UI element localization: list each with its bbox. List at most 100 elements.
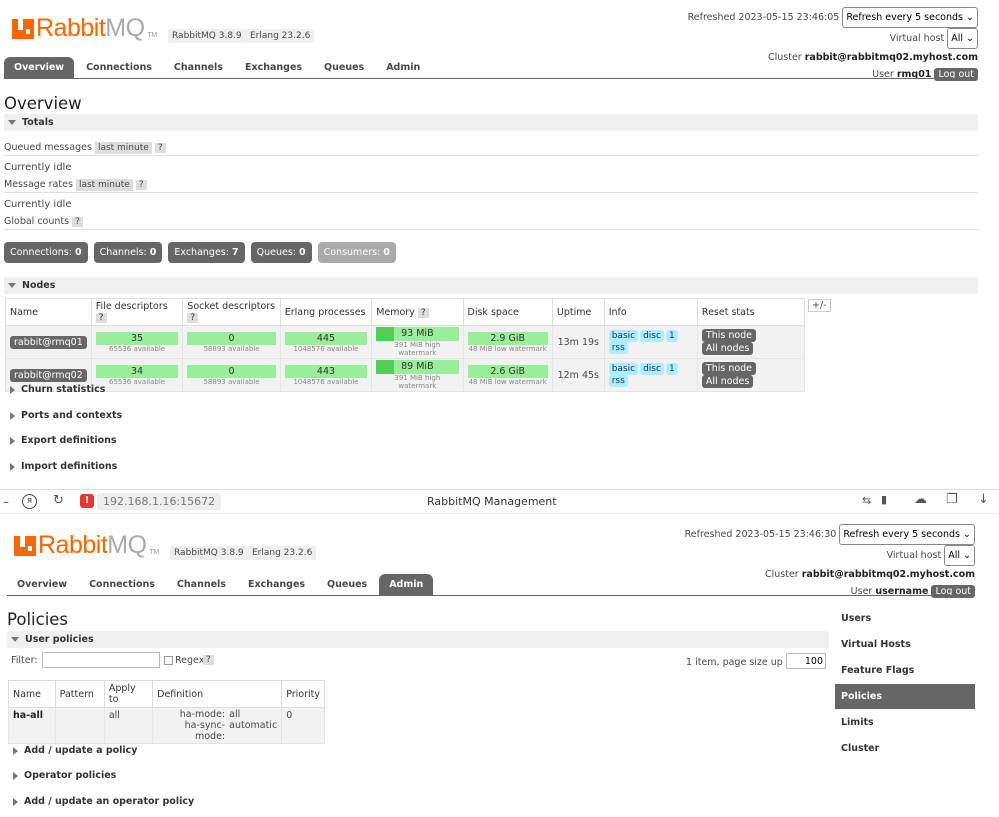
reload-icon[interactable]: ↻ (53, 493, 64, 508)
policy-pattern (54, 707, 105, 744)
node-link[interactable]: rabbit@rmq02 (10, 368, 87, 382)
policy-name-link[interactable]: ha-all (8, 707, 56, 744)
churn-statistics-toggle[interactable]: Churn statistics (10, 384, 105, 395)
nodes-header-row: Name File descriptors ? Socket descripto… (5, 298, 806, 326)
tab-exchanges[interactable]: Exchanges (235, 57, 312, 78)
totals-section-toggle[interactable]: Totals (4, 114, 978, 131)
sidenav-item-limits[interactable]: Limits (835, 710, 975, 735)
disk-space-bar: 2.9 GiB (467, 331, 548, 345)
info-tag: basic (608, 330, 639, 342)
memory-bar: 93 MiB (376, 327, 459, 341)
address-bar[interactable]: 192.168.1.16:15672 (97, 493, 222, 510)
info-tag: rss (608, 342, 628, 354)
export-definitions-toggle[interactable]: Export definitions (10, 435, 117, 446)
triangle-down-icon (8, 283, 16, 288)
columns-toggle-button[interactable]: +/- (808, 299, 831, 312)
col-file-descriptors: File descriptors ? (90, 298, 184, 326)
col-memory: Memory ? (371, 298, 464, 326)
tab-overview[interactable]: Overview (7, 574, 77, 595)
bookmark-icon[interactable]: ▮ (881, 493, 887, 506)
tab-channels[interactable]: Channels (164, 57, 233, 78)
help-button[interactable]: ? (72, 217, 83, 227)
rabbitmq-logo[interactable]: Rabbit MQ TM (14, 531, 159, 560)
queued-messages-row: Queued messages last minute ? (4, 140, 978, 156)
table-row: rabbit@rmq02 34 65536 available 0 58893 av… (5, 358, 806, 392)
message-rates-row: Message rates last minute ? (4, 177, 978, 193)
rates-range-select[interactable]: last minute (75, 179, 133, 191)
tab-overview[interactable]: Overview (4, 57, 75, 78)
erlang-processes-bar: 445 (284, 331, 368, 345)
uptime-value: 12m 45s (551, 358, 605, 392)
help-button[interactable]: ? (95, 313, 107, 323)
channels-count-button[interactable]: Channels: 0 (93, 242, 163, 263)
info-tag: disc (640, 330, 664, 342)
sidenav-item-policies[interactable]: Policies (835, 684, 975, 709)
tab-queues[interactable]: Queues (314, 57, 374, 78)
tab-connections[interactable]: Connections (79, 574, 165, 595)
triangle-right-icon (10, 436, 15, 445)
help-button[interactable]: ? (154, 143, 166, 153)
reset-this-node-button[interactable]: This node (701, 362, 757, 375)
triangle-down-icon (11, 637, 19, 642)
virtual-host-select[interactable]: All ⌄ (944, 545, 975, 566)
rabbitmq-version: RabbitMQ 3.8.9 (168, 29, 246, 43)
add-update-operator-policy-toggle[interactable]: Add / update an operator policy (13, 796, 194, 807)
help-button[interactable]: ? (135, 180, 147, 190)
nodes-section-toggle[interactable]: Nodes (4, 277, 978, 294)
policies-table: Name Pattern Apply to Definition Priorit… (8, 680, 325, 744)
filter-input[interactable] (42, 652, 160, 668)
queued-range-select[interactable]: last minute (94, 142, 152, 154)
queues-count-button[interactable]: Queues: 0 (250, 242, 312, 263)
triangle-right-icon (10, 462, 15, 471)
help-button[interactable]: ? (203, 655, 214, 665)
global-counts-row: Global counts ? (4, 214, 978, 230)
triangle-down-icon (8, 120, 16, 125)
sidenav-item-feature-flags[interactable]: Feature Flags (835, 658, 975, 683)
tab-channels[interactable]: Channels (167, 574, 236, 595)
regex-checkbox[interactable] (164, 656, 173, 665)
rates-idle-text: Currently idle (4, 199, 72, 210)
translate-icon[interactable]: ⇆ (862, 494, 871, 507)
sidenav-item-virtual-hosts[interactable]: Virtual Hosts (835, 632, 975, 657)
virtual-host-select[interactable]: All ⌄ (947, 28, 978, 49)
help-button[interactable]: ? (417, 307, 429, 318)
triangle-right-icon (10, 385, 15, 394)
page-info-text: 1 item, page size up to (686, 657, 796, 668)
consumers-count-button[interactable]: Consumers: 0 (317, 242, 396, 263)
refresh-interval-select[interactable]: Refresh every 5 seconds ⌄ (842, 7, 978, 28)
download-icon[interactable]: ↓ (978, 492, 989, 507)
tab-admin[interactable]: Admin (376, 57, 430, 78)
tab-admin[interactable]: Admin (379, 574, 434, 595)
tab-connections[interactable]: Connections (76, 57, 162, 78)
reset-all-nodes-button[interactable]: All nodes (701, 342, 754, 355)
operator-policies-toggle[interactable]: Operator policies (13, 770, 116, 781)
exchanges-count-button[interactable]: Exchanges: 7 (168, 242, 245, 263)
reset-this-node-button[interactable]: This node (701, 329, 757, 342)
sidenav-item-cluster[interactable]: Cluster (835, 736, 975, 761)
add-update-policy-toggle[interactable]: Add / update a policy (13, 745, 138, 756)
tab-exchanges[interactable]: Exchanges (238, 574, 315, 595)
node-link[interactable]: rabbit@rmq01 (10, 335, 87, 349)
import-definitions-toggle[interactable]: Import definitions (10, 461, 117, 472)
ports-contexts-toggle[interactable]: Ports and contexts (10, 410, 122, 421)
rabbitmq-logo[interactable]: Rabbit MQ TM (12, 14, 157, 43)
security-warning-icon[interactable]: ! (80, 494, 94, 508)
yandex-icon[interactable]: я (22, 494, 37, 509)
refresh-interval-select[interactable]: Refresh every 5 seconds ⌄ (839, 524, 975, 545)
triangle-right-icon (13, 797, 18, 806)
cloud-upload-icon[interactable]: ☁ (914, 492, 927, 507)
page-size-input[interactable] (786, 653, 826, 669)
col-name: Name (5, 298, 92, 326)
col-priority: Priority (281, 680, 325, 708)
connections-count-button[interactable]: Connections: 0 (4, 242, 88, 263)
col-reset-stats: Reset stats (696, 298, 806, 326)
reset-all-nodes-button[interactable]: All nodes (701, 375, 754, 388)
help-button[interactable]: ? (187, 313, 199, 323)
user-policies-section-toggle[interactable]: User policies (7, 631, 829, 648)
table-row[interactable]: ha-all all ha-mode: all ha-sync-mode: auto… (8, 707, 325, 744)
collections-icon[interactable]: ❐ (946, 492, 958, 507)
tab-queues[interactable]: Queues (317, 574, 377, 595)
info-tag: 1 (665, 363, 678, 375)
col-uptime: Uptime (551, 298, 605, 326)
sidenav-item-users[interactable]: Users (835, 606, 975, 631)
